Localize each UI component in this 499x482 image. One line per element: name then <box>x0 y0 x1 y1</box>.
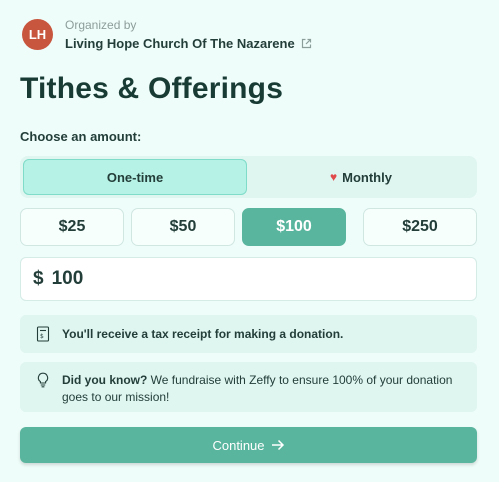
page-title: Tithes & Offerings <box>20 72 284 105</box>
frequency-toggle: One-time ♥ Monthly <box>20 156 477 198</box>
currency-symbol: $ <box>33 268 44 289</box>
preset-label: $100 <box>276 218 312 235</box>
continue-label: Continue <box>212 437 265 453</box>
amount-label: Choose an amount: <box>20 129 142 144</box>
organizer-name[interactable]: Living Hope Church Of The Nazarene <box>65 36 295 51</box>
organizer-link[interactable]: Living Hope Church Of The Nazarene <box>65 36 312 51</box>
organizer-header: LH Organized by Living Hope Church Of Th… <box>22 18 312 51</box>
preset-amount-250[interactable]: $250 <box>363 208 477 246</box>
receipt-icon: $ <box>36 326 50 342</box>
zeffy-tip-notice: Did you know? We fundraise with Zeffy to… <box>20 362 477 412</box>
one-time-label: One-time <box>106 169 164 185</box>
monthly-tab[interactable]: ♥ Monthly <box>249 159 473 195</box>
preset-label: $250 <box>402 218 438 235</box>
monthly-label: Monthly <box>342 169 392 185</box>
preset-amount-25[interactable]: $25 <box>20 208 124 246</box>
external-link-icon[interactable] <box>301 38 312 49</box>
amount-input[interactable]: $ 100 <box>20 257 477 301</box>
svg-text:$: $ <box>40 333 44 340</box>
heart-icon: ♥ <box>330 170 338 184</box>
preset-label: $25 <box>58 218 86 235</box>
organizer-caption: Organized by <box>65 18 137 32</box>
tip-text: Did you know? We fundraise with Zeffy to… <box>62 372 463 406</box>
lightbulb-icon <box>36 372 50 388</box>
organizer-info: Organized by Living Hope Church Of The N… <box>65 18 312 51</box>
avatar: LH <box>22 19 53 50</box>
amount-value[interactable]: 100 <box>52 268 84 290</box>
preset-amount-100[interactable]: $100 <box>242 208 346 246</box>
tax-receipt-notice: $ You'll receive a tax receipt for makin… <box>20 315 477 353</box>
preset-label: $50 <box>169 218 197 235</box>
tip-lead: Did you know? <box>62 373 148 387</box>
one-time-tab[interactable]: One-time <box>23 159 247 195</box>
tax-receipt-text: You'll receive a tax receipt for making … <box>62 327 344 341</box>
continue-button[interactable]: Continue <box>20 427 477 463</box>
arrow-right-icon <box>271 439 285 451</box>
preset-amount-50[interactable]: $50 <box>131 208 235 246</box>
